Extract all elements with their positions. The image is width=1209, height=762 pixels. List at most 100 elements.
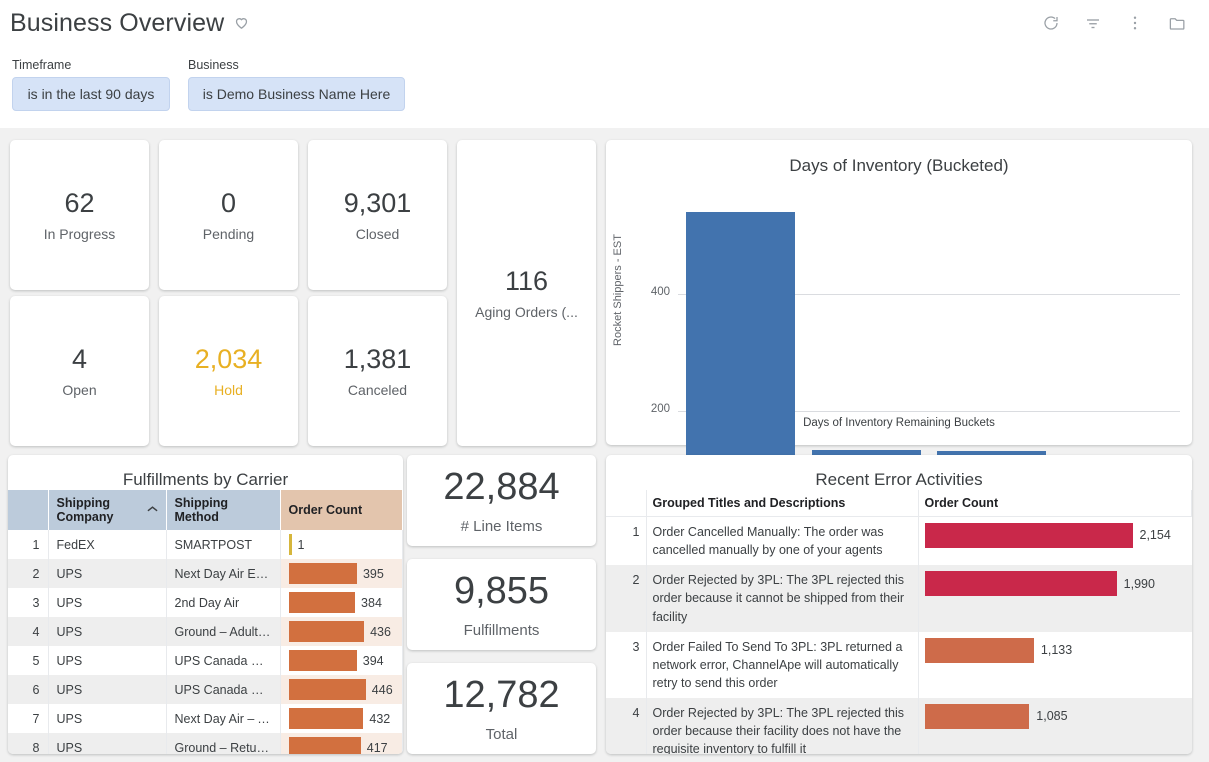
carrier-col-shipping-company-label: Shipping Company (56, 496, 114, 524)
error-description-cell: Order Rejected by 3PL: The 3PL rejected … (646, 565, 919, 632)
order-count-bar (288, 737, 361, 754)
kpi-tile-aging-orders[interactable]: 116 Aging Orders (... (457, 140, 596, 446)
order-count-bar (924, 704, 1030, 729)
carrier-table[interactable]: Shipping Company Shipping Method Order C… (8, 490, 403, 754)
chevron-up-icon[interactable] (146, 504, 158, 516)
kpi-tile-closed[interactable]: 9,301 Closed (308, 140, 447, 290)
refresh-icon[interactable] (1041, 13, 1061, 33)
carrier-col-index[interactable] (8, 490, 49, 530)
order-count-bar (924, 523, 1133, 548)
order-count-bar (288, 650, 357, 671)
kpi-value: 116 (504, 266, 549, 297)
errors-col-descriptions[interactable]: Grouped Titles and Descriptions (646, 490, 919, 517)
table-row[interactable]: 6 UPS UPS Canada Sta… 446 (8, 675, 403, 704)
row-index: 2 (606, 565, 647, 632)
order-count-bar-wrap: 1,133 (924, 637, 1186, 663)
order-count-cell: 446 (280, 675, 403, 704)
heart-icon[interactable] (233, 14, 250, 31)
dashboard-header: Business Overview (0, 0, 1209, 46)
order-count-value: 1,990 (1123, 576, 1155, 591)
filter-icon[interactable] (1083, 13, 1103, 33)
errors-table-body: 1 Order Cancelled Manually: The order was… (606, 516, 1192, 754)
table-row[interactable]: 4 Order Rejected by 3PL: The 3PL rejected… (606, 698, 1192, 754)
filter-business-chip[interactable]: is Demo Business Name Here (188, 77, 405, 111)
order-count-value: 1,085 (1036, 709, 1068, 724)
order-count-cell: 384 (280, 588, 403, 617)
order-count-cell: 436 (280, 617, 403, 646)
order-count-value: 417 (366, 740, 388, 755)
order-count-bar-wrap: 384 (288, 592, 395, 613)
kpi-value: 9,301 (343, 188, 412, 219)
days-of-inventory-chart-card[interactable]: Days of Inventory (Bucketed) Rocket Ship… (606, 140, 1192, 548)
kpi-label: Hold (214, 381, 243, 398)
kpi-tile-fulfillments[interactable]: 9,855 Fulfillments (407, 559, 596, 650)
errors-table-head: Grouped Titles and Descriptions Order Co… (606, 490, 1192, 517)
order-count-value: 395 (362, 566, 384, 581)
kpi-label: Total (485, 725, 518, 743)
kpi-tile-canceled[interactable]: 1,381 Canceled (308, 296, 447, 446)
carrier-col-shipping-company[interactable]: Shipping Company (48, 490, 167, 530)
errors-col-index[interactable] (606, 490, 647, 517)
kpi-tile-pending[interactable]: 0 Pending (159, 140, 298, 290)
chart-y-tick: 400 (650, 285, 670, 298)
row-index: 4 (606, 698, 647, 754)
row-index: 4 (8, 617, 49, 646)
more-options-icon[interactable] (1125, 13, 1145, 33)
kpi-tile-line-items[interactable]: 22,884 # Line Items (407, 455, 596, 546)
carrier-col-order-count[interactable]: Order Count (280, 490, 403, 530)
table-row[interactable]: 1 FedEX SMARTPOST 1 (8, 530, 403, 559)
kpi-label: Closed (355, 225, 400, 242)
errors-col-order-count[interactable]: Order Count (918, 490, 1192, 517)
shipping-method-cell: 2nd Day Air (166, 588, 281, 617)
order-count-cell: 1,085 (918, 698, 1192, 754)
shipping-method-cell: Ground – Return… (166, 733, 281, 754)
table-row[interactable]: 5 UPS UPS Canada Exp… 394 (8, 646, 403, 675)
order-count-bar-wrap: 436 (288, 621, 395, 642)
table-row[interactable]: 3 UPS 2nd Day Air 384 (8, 588, 403, 617)
filter-timeframe-label: Timeframe (12, 58, 72, 72)
order-count-bar-wrap: 1,990 (924, 571, 1186, 597)
kpi-label: Open (62, 381, 97, 398)
order-count-cell: 395 (280, 559, 403, 588)
kpi-value: 4 (71, 344, 88, 375)
table-row[interactable]: 7 UPS Next Day Air – A… 432 (8, 704, 403, 733)
shipping-method-cell: Ground – Adult … (166, 617, 281, 646)
error-description-cell: Order Failed To Send To 3PL: 3PL returne… (646, 631, 919, 698)
order-count-cell: 1,990 (918, 565, 1192, 632)
recent-error-activities-card[interactable]: Recent Error Activities Grouped Titles a… (606, 455, 1192, 754)
filter-timeframe-chip[interactable]: is in the last 90 days (12, 77, 170, 111)
kpi-tile-total[interactable]: 12,782 Total (407, 663, 596, 754)
shipping-method-cell: SMARTPOST (166, 530, 281, 559)
table-row[interactable]: 8 UPS Ground – Return… 417 (8, 733, 403, 754)
order-count-bar (924, 637, 1034, 663)
shipping-method-cell: UPS Canada Exp… (166, 646, 281, 675)
row-index: 3 (8, 588, 49, 617)
folder-icon[interactable] (1167, 13, 1187, 33)
filter-business: Business is Demo Business Name Here (188, 58, 405, 111)
table-row[interactable]: 3 Order Failed To Send To 3PL: 3PL return… (606, 631, 1192, 698)
kpi-tile-hold[interactable]: 2,034 Hold (159, 296, 298, 446)
title-group: Business Overview (0, 9, 250, 38)
table-row[interactable]: 1 Order Cancelled Manually: The order was… (606, 516, 1192, 566)
errors-table[interactable]: Grouped Titles and Descriptions Order Co… (606, 490, 1192, 754)
row-index: 1 (606, 516, 647, 566)
shipping-company-cell: UPS (48, 675, 167, 704)
row-index: 2 (8, 559, 49, 588)
kpi-tile-open[interactable]: 4 Open (10, 296, 149, 446)
kpi-value: 9,855 (453, 570, 550, 613)
header-actions (1041, 13, 1209, 33)
order-count-cell: 1,133 (918, 631, 1192, 698)
carrier-table-head: Shipping Company Shipping Method Order C… (8, 490, 403, 530)
carrier-panel-title: Fulfillments by Carrier (122, 470, 289, 489)
table-row[interactable]: 2 UPS Next Day Air Earl… 395 (8, 559, 403, 588)
kpi-value: 22,884 (443, 466, 560, 509)
carrier-table-body: 1 FedEX SMARTPOST 1 2 UPS Next Day Air Earl… 39… (8, 530, 403, 754)
carrier-col-shipping-method[interactable]: Shipping Method (166, 490, 281, 530)
filter-business-label: Business (188, 58, 239, 72)
table-row[interactable]: 4 UPS Ground – Adult … 436 (8, 617, 403, 646)
kpi-value: 2,034 (194, 344, 263, 375)
kpi-tile-in-progress[interactable]: 62 In Progress (10, 140, 149, 290)
table-row[interactable]: 2 Order Rejected by 3PL: The 3PL rejected… (606, 565, 1192, 632)
order-count-bar-wrap: 417 (288, 737, 395, 755)
fulfillments-by-carrier-card[interactable]: Fulfillments by Carrier Shipping Company… (8, 455, 403, 754)
